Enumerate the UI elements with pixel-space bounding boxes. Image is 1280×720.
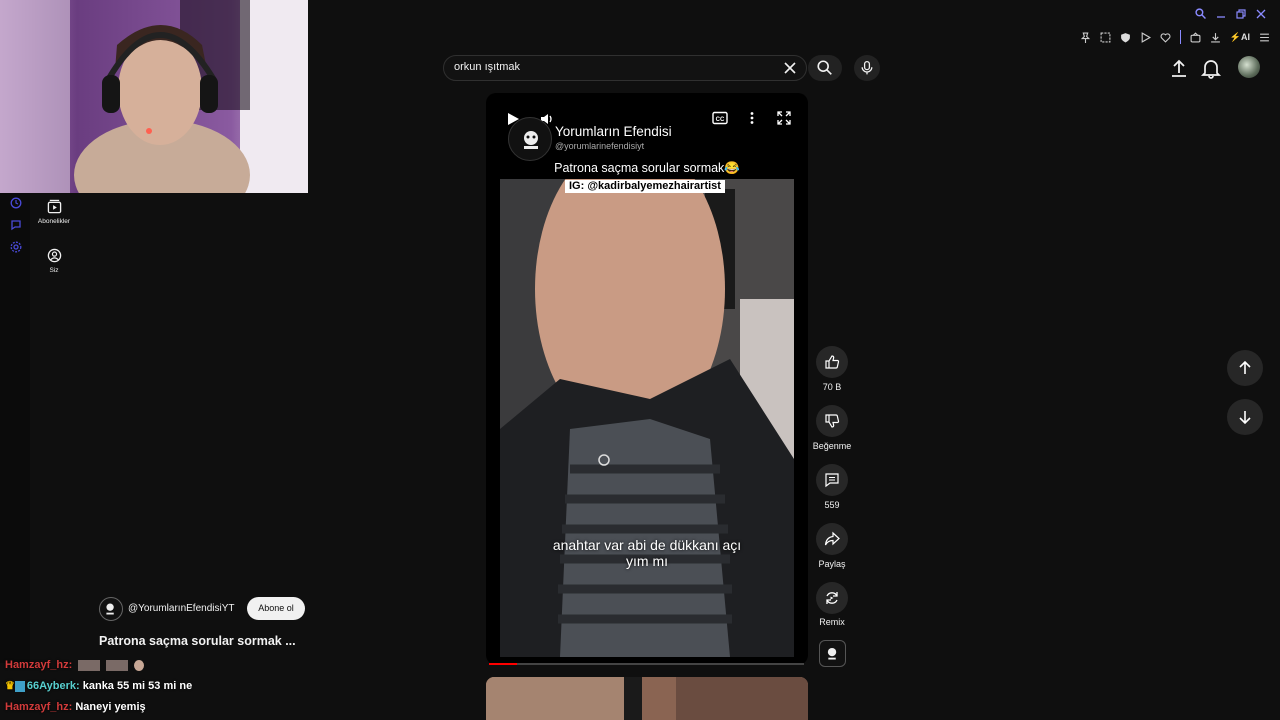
chat-message: ♛ 66Ayberk: kanka 55 mi 53 mi ne xyxy=(0,676,480,697)
shield-icon[interactable] xyxy=(1120,32,1131,43)
window-controls xyxy=(1195,8,1266,19)
subscribe-button[interactable]: Abone ol xyxy=(247,597,305,620)
subscriptions-icon xyxy=(47,199,61,214)
remix-button[interactable] xyxy=(816,582,848,614)
dislike-button[interactable] xyxy=(816,405,848,437)
comments-button[interactable] xyxy=(816,464,848,496)
video-channel-handle: @yorumlarinefendisiyt xyxy=(555,141,645,151)
fullscreen-icon[interactable] xyxy=(777,111,791,125)
channel-logo-icon xyxy=(106,603,114,615)
channel-logo-icon xyxy=(827,647,837,660)
video-image xyxy=(500,179,794,657)
ai-button[interactable]: ⚡AI xyxy=(1230,32,1250,43)
subtitle-line: yım mı xyxy=(626,553,668,569)
more-options-icon[interactable] xyxy=(749,111,755,125)
sound-channel-avatar[interactable] xyxy=(819,640,846,667)
crown-badge-icon: ♛ xyxy=(5,680,15,692)
previous-short-button[interactable] xyxy=(1227,350,1263,386)
emote-icon xyxy=(134,659,145,671)
emote-icon xyxy=(106,659,129,671)
chat-username: Hamzayf_hz: xyxy=(5,659,73,671)
video-channel-name: Yorumların Efendisi xyxy=(555,124,672,139)
search-icon xyxy=(817,60,832,75)
remix-icon xyxy=(826,592,838,604)
wallet-icon[interactable] xyxy=(1190,31,1201,43)
you-icon xyxy=(47,248,61,263)
webcam-overlay xyxy=(0,0,308,193)
history-icon[interactable] xyxy=(10,197,22,209)
chat-message: Hamzayf_hz: Naneyi yemiş xyxy=(0,697,480,718)
notifications-bell-icon[interactable] xyxy=(1200,57,1222,79)
clear-search-icon[interactable] xyxy=(783,61,797,75)
pin-icon[interactable] xyxy=(1080,32,1091,43)
restore-icon[interactable] xyxy=(1236,8,1246,19)
thumbs-down-icon xyxy=(825,414,840,428)
chat-message: Hamzayf_hz: xyxy=(0,655,480,676)
dislike-label: Beğenme xyxy=(812,441,852,451)
arrow-down-icon xyxy=(1239,411,1251,425)
next-short-button[interactable] xyxy=(1227,399,1263,435)
ai-label: AI xyxy=(1241,31,1250,42)
channel-logo-icon xyxy=(508,117,552,161)
comment-icon xyxy=(825,473,839,488)
emote-icon xyxy=(78,659,101,671)
short-title[interactable]: Patrona saçma sorular sormak ... xyxy=(99,634,296,648)
minimize-icon[interactable] xyxy=(1216,9,1226,19)
svg-text:CC: CC xyxy=(716,117,725,123)
extension-separator xyxy=(1179,30,1181,44)
stream-chat-overlay: Hamzayf_hz: ♛ 66Ayberk: kanka 55 mi 53 mi… xyxy=(0,655,480,718)
channel-handle[interactable]: @YorumlarınEfendisiYT xyxy=(128,603,235,614)
sidebar-item-you[interactable]: Siz xyxy=(34,248,74,274)
video-subtitles: anahtar var abi de dükkanı açı yım mı xyxy=(500,537,794,569)
closed-captions-icon[interactable]: CC xyxy=(712,111,728,125)
progress-fill xyxy=(489,663,517,665)
thumbs-up-icon xyxy=(825,355,840,369)
search-input[interactable]: orkun ışıtmak xyxy=(454,61,520,73)
video-caption-title: Patrona saçma sorular sormak😂 xyxy=(554,161,740,175)
arrow-up-icon xyxy=(1239,360,1251,374)
share-button[interactable] xyxy=(816,523,848,555)
voice-search-button[interactable] xyxy=(854,55,880,81)
browser-sidebar xyxy=(0,193,30,663)
share-label: Paylaş xyxy=(818,559,846,569)
share-arrow-icon xyxy=(824,531,840,546)
comment-count: 559 xyxy=(824,500,840,510)
channel-avatar[interactable] xyxy=(99,597,123,621)
download-icon[interactable] xyxy=(1210,32,1221,43)
chat-text: Naneyi yemiş xyxy=(75,701,146,713)
avatar[interactable] xyxy=(1238,56,1260,78)
streamer-face-cam xyxy=(0,0,308,193)
next-short-preview[interactable] xyxy=(486,677,808,720)
settings-gear-icon[interactable] xyxy=(10,241,22,253)
screenshot-icon[interactable] xyxy=(1100,32,1111,43)
sidebar-item-subscriptions[interactable]: Abonelikler xyxy=(34,199,74,225)
next-short-thumbnail xyxy=(486,677,808,720)
close-icon[interactable] xyxy=(1256,9,1266,19)
remix-label: Remix xyxy=(819,617,845,627)
upload-icon[interactable] xyxy=(1168,57,1190,79)
chat-username: Hamzayf_hz: xyxy=(5,701,73,713)
extension-bar: ⚡AI xyxy=(1080,30,1270,44)
progress-bar[interactable] xyxy=(489,663,804,665)
microphone-icon xyxy=(861,60,873,75)
channel-logo-art xyxy=(524,131,538,149)
sidebar-item-label: Siz xyxy=(49,267,59,274)
chat-username: 66Ayberk: xyxy=(26,680,80,692)
subtitle-line: anahtar var abi de dükkanı açı xyxy=(552,537,742,553)
like-count: 70 B xyxy=(822,382,842,392)
search-icon[interactable] xyxy=(1195,8,1206,19)
menu-icon[interactable] xyxy=(1259,32,1270,43)
search-button[interactable] xyxy=(808,55,842,81)
chat-bubble-icon[interactable] xyxy=(10,219,22,231)
instagram-tag: IG: @kadirbalyemezhairartist xyxy=(565,180,725,193)
chat-text: kanka 55 mi 53 mi ne xyxy=(82,680,193,692)
like-button[interactable] xyxy=(816,346,848,378)
video-frame[interactable] xyxy=(500,179,794,657)
play-icon[interactable] xyxy=(1140,31,1151,43)
ai-wand-icon: ⚡ xyxy=(1229,31,1241,42)
sidebar-item-label: Abonelikler xyxy=(37,218,71,225)
sub-badge-icon xyxy=(14,680,25,692)
heart-icon[interactable] xyxy=(1160,32,1171,43)
